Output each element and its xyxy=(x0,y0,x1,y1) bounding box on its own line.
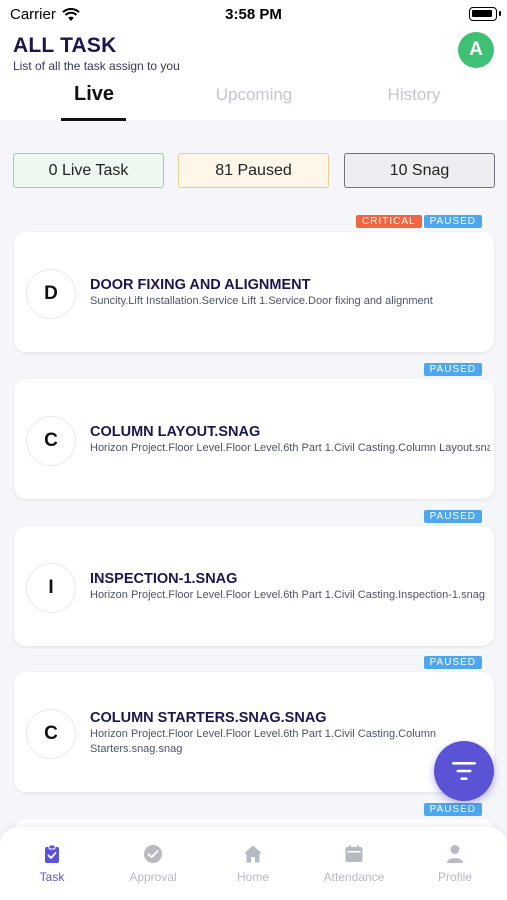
battery-icon xyxy=(469,7,501,21)
task-title: DOOR FIXING AND ALIGNMENT xyxy=(90,277,311,293)
home-icon xyxy=(244,845,262,863)
paused-count-button[interactable]: 81 Paused xyxy=(178,153,329,188)
task-initial-avatar: D xyxy=(26,269,76,319)
paused-badge: PAUSED xyxy=(423,803,482,816)
tab-history[interactable]: History xyxy=(370,85,458,105)
active-tab-indicator xyxy=(61,118,126,121)
task-title: COLUMN LAYOUT.SNAG xyxy=(90,424,261,440)
snag-count-button[interactable]: 10 Snag xyxy=(344,153,495,188)
task-path: Horizon Project.Floor Level.Floor Level.… xyxy=(90,589,485,601)
task-card[interactable]: C COLUMN LAYOUT.SNAG Horizon Project.Flo… xyxy=(14,379,494,499)
task-path: Suncity.Lift Installation.Service Lift 1… xyxy=(90,295,433,307)
task-badges: PAUSED xyxy=(423,803,482,816)
nav-label: Task xyxy=(39,870,65,884)
tab-live[interactable]: Live xyxy=(62,83,126,106)
task-badges: PAUSED xyxy=(423,363,482,376)
task-initial-avatar: I xyxy=(26,563,76,613)
task-path: Horizon Project.Floor Level.Floor Level.… xyxy=(90,728,437,755)
task-clipboard-icon xyxy=(45,844,59,863)
nav-label: Home xyxy=(236,870,269,884)
page-subtitle: List of all the task assign to you xyxy=(13,59,180,73)
live-task-count-button[interactable]: 0 Live Task xyxy=(13,153,164,188)
nav-home[interactable]: Home xyxy=(203,844,303,884)
approval-check-icon xyxy=(144,845,162,863)
status-time: 3:58 PM xyxy=(225,6,282,23)
nav-approval[interactable]: Approval xyxy=(103,844,203,884)
task-initial-avatar: C xyxy=(26,416,76,466)
critical-badge: CRITICAL xyxy=(356,215,422,228)
task-title: INSPECTION-1.SNAG xyxy=(90,571,238,587)
filter-button[interactable] xyxy=(434,741,494,801)
status-bar: Carrier 3:58 PM xyxy=(0,0,507,30)
bottom-nav: Task Approval Home Attendance Profile xyxy=(0,827,507,900)
task-badges: PAUSED xyxy=(423,510,482,523)
filter-icon xyxy=(452,762,476,780)
nav-label: Approval xyxy=(129,870,177,884)
header: ALL TASK List of all the task assign to … xyxy=(0,30,507,121)
task-card[interactable]: D DOOR FIXING AND ALIGNMENT Suncity.Lift… xyxy=(14,232,494,352)
paused-badge: PAUSED xyxy=(423,656,482,669)
paused-badge: PAUSED xyxy=(423,215,482,228)
tab-bar: Live Upcoming History xyxy=(0,81,507,121)
task-title: COLUMN STARTERS.SNAG.SNAG xyxy=(90,710,327,726)
task-card[interactable]: C COLUMN STARTERS.SNAG.SNAG Horizon Proj… xyxy=(14,672,494,792)
task-card[interactable]: I INSPECTION-1.SNAG Horizon Project.Floo… xyxy=(14,526,494,646)
task-path: Horizon Project.Floor Level.Floor Level.… xyxy=(90,442,490,454)
nav-attendance[interactable]: Attendance xyxy=(304,844,404,884)
avatar[interactable]: A xyxy=(458,32,494,68)
task-initial-avatar: C xyxy=(26,709,76,759)
paused-badge: PAUSED xyxy=(423,363,482,376)
nav-label: Profile xyxy=(437,870,472,884)
task-badges: PAUSED xyxy=(423,656,482,669)
nav-task[interactable]: Task xyxy=(2,844,102,884)
paused-badge: PAUSED xyxy=(423,510,482,523)
person-icon xyxy=(447,845,463,863)
nav-profile[interactable]: Profile xyxy=(405,844,505,884)
page-title: ALL TASK xyxy=(13,34,117,57)
nav-label: Attendance xyxy=(323,870,385,884)
calendar-icon xyxy=(345,845,363,862)
tab-upcoming[interactable]: Upcoming xyxy=(200,85,308,105)
task-badges: CRITICAL PAUSED xyxy=(356,215,482,228)
